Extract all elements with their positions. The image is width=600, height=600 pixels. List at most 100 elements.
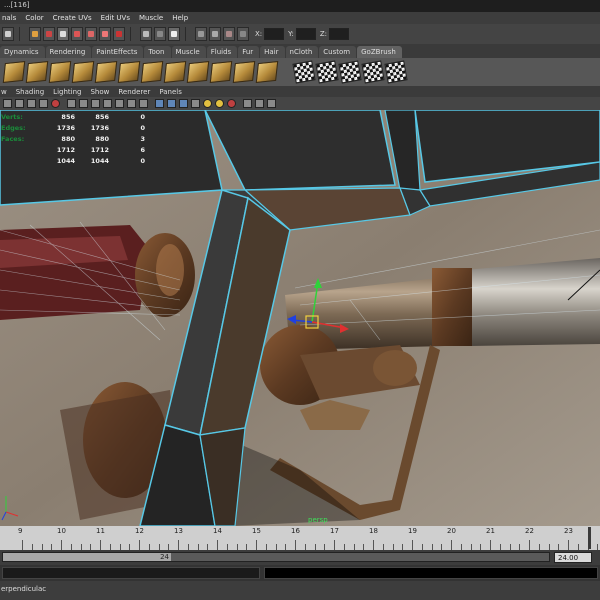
tab-rendering[interactable]: Rendering [45,46,92,58]
time-tick [568,540,569,550]
high-quality-icon[interactable] [227,99,236,108]
tab-ncloth[interactable]: nCloth [285,46,319,58]
uv-layout-icon[interactable] [186,61,210,83]
tab-custom[interactable]: Custom [319,46,357,58]
hypershade-icon[interactable] [237,27,249,41]
checker-tile-icon[interactable] [338,60,362,84]
uv-spherical-icon[interactable] [48,61,72,83]
two-d-pan-icon[interactable] [51,99,60,108]
x-field-label: X: [255,30,263,38]
history-icon[interactable] [140,27,152,41]
select-handle-icon[interactable] [43,27,55,41]
menu-item-signals[interactable]: nals [2,14,16,22]
checker-sphere-icon[interactable] [361,60,385,84]
wireframe-on-shaded-icon[interactable] [179,99,188,108]
input-ops-icon[interactable] [154,27,166,41]
smooth-shade-icon[interactable] [167,99,176,108]
image-plane-icon[interactable] [39,99,48,108]
snap-point-icon[interactable] [85,27,97,41]
menu-item-help[interactable]: Help [172,14,188,22]
xray-joints-icon[interactable] [267,99,276,108]
current-time-marker[interactable] [588,527,591,549]
tab-toon[interactable]: Toon [144,46,171,58]
panel-menu-shading[interactable]: Shading [16,88,44,96]
status-separator [19,27,26,41]
z-field[interactable] [329,28,350,40]
camera-icon[interactable] [3,99,12,108]
bookmark-icon[interactable] [27,99,36,108]
snap-view-plane-icon[interactable] [99,27,111,41]
y-field[interactable] [295,28,316,40]
hud-row: Faces: 880 880 3 [1,134,145,143]
tab-gozbrush[interactable]: GoZBrush [357,46,402,58]
uv-straighten-icon[interactable] [232,61,256,83]
tab-muscle[interactable]: Muscle [171,46,206,58]
checker-frame-icon[interactable] [384,60,408,84]
poly-count-hud: Verts: 856 856 0 Edges: 1736 1736 0 Face… [0,111,145,166]
time-tick-label: 19 [408,527,417,535]
camera-name-label: persp [308,516,328,524]
xray-icon[interactable] [255,99,264,108]
uv-relax-icon[interactable] [209,61,233,83]
panel-menu-view[interactable]: w [1,88,7,96]
field-chart-icon[interactable] [115,99,124,108]
safe-action-icon[interactable] [127,99,136,108]
tab-painteffects[interactable]: PaintEffects [92,46,144,58]
tab-dynamics[interactable]: Dynamics [0,46,45,58]
resolution-gate-icon[interactable] [91,99,100,108]
safe-title-icon[interactable] [139,99,148,108]
main-menu-bar: nals Color Create UVs Edit UVs Muscle He… [0,12,600,24]
menu-item-edit-uvs[interactable]: Edit UVs [101,14,130,22]
construction-history-icon[interactable] [168,27,180,41]
menu-item-create-uvs[interactable]: Create UVs [53,14,92,22]
playback-end-field[interactable]: 24.00 [554,552,592,563]
textured-icon[interactable] [191,99,200,108]
panel-menu-lighting[interactable]: Lighting [53,88,81,96]
film-gate-icon[interactable] [79,99,88,108]
render-frame-icon[interactable] [195,27,207,41]
render-settings-icon[interactable] [223,27,235,41]
component-mode-icon[interactable] [2,27,14,41]
tab-fluids[interactable]: Fluids [206,46,238,58]
isolate-select-icon[interactable] [243,99,252,108]
checker-uv-icon[interactable] [315,60,339,84]
camera-attributes-icon[interactable] [15,99,24,108]
shadows-icon[interactable] [215,99,224,108]
panel-menu-show[interactable]: Show [90,88,109,96]
x-field[interactable] [264,28,285,40]
time-tick [412,540,413,550]
panel-menu-renderer[interactable]: Renderer [118,88,150,96]
make-live-icon[interactable] [113,27,125,41]
uv-normalize-icon[interactable] [255,61,279,83]
ipr-render-icon[interactable] [209,27,221,41]
uv-planar-icon[interactable] [2,61,26,83]
uv-automatic-icon[interactable] [71,61,95,83]
time-tick-label: 23 [564,527,573,535]
range-track[interactable]: 24 [2,552,550,562]
checker-map-icon[interactable] [292,60,316,84]
uv-cylindrical-icon[interactable] [25,61,49,83]
time-slider[interactable]: 9 10 11 12 13 14 15 16 17 18 19 20 21 22 23 [0,526,600,550]
wireframe-icon[interactable] [155,99,164,108]
command-input[interactable] [2,567,260,579]
snap-curve-icon[interactable] [71,27,83,41]
menu-item-muscle[interactable]: Muscle [139,14,163,22]
uv-move-sew-icon[interactable] [140,61,164,83]
tab-fur[interactable]: Fur [238,46,260,58]
uv-sew-icon[interactable] [117,61,141,83]
panel-menu-panels[interactable]: Panels [159,88,182,96]
menu-item-color[interactable]: Color [25,14,43,22]
tab-hair[interactable]: Hair [260,46,285,58]
range-handle[interactable]: 24 [3,553,171,561]
hud-row: 1712 1712 6 [56,145,145,154]
uv-cut-icon[interactable] [94,61,118,83]
pick-mask-icon[interactable] [29,27,41,41]
snap-grid-icon[interactable] [57,27,69,41]
grid-icon[interactable] [67,99,76,108]
uv-unfold-icon[interactable] [163,61,187,83]
panel-menu-bar: w Shading Lighting Show Renderer Panels [0,86,600,97]
use-all-lights-icon[interactable] [203,99,212,108]
perspective-viewport[interactable]: Verts: 856 856 0 Edges: 1736 1736 0 Face… [0,110,600,526]
time-ruler[interactable]: 9 10 11 12 13 14 15 16 17 18 19 20 21 22 23 [0,526,600,550]
gate-mask-icon[interactable] [103,99,112,108]
